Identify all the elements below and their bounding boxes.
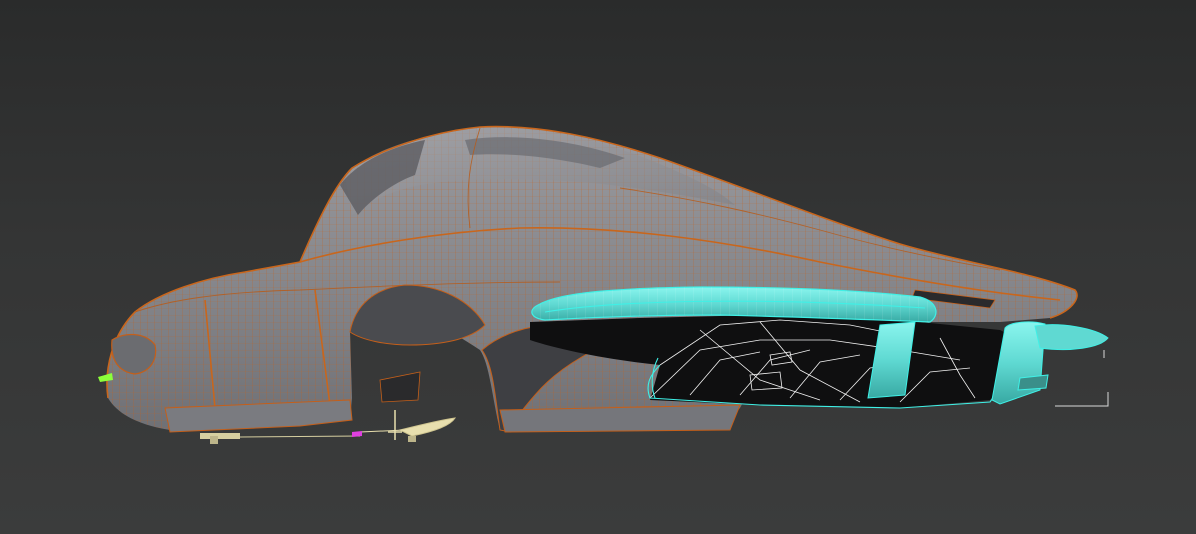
exhaust-tip bbox=[1017, 374, 1049, 391]
bounding-box-corner bbox=[1055, 392, 1109, 407]
side-vent bbox=[379, 371, 421, 403]
3d-viewport[interactable] bbox=[0, 0, 1196, 534]
mount-left bbox=[210, 436, 218, 444]
viewport-scene[interactable] bbox=[0, 0, 1196, 534]
front-crossmember bbox=[200, 433, 240, 439]
sway-bar bbox=[239, 435, 361, 438]
suspension-strut bbox=[388, 410, 402, 440]
rear-rocker bbox=[499, 404, 741, 433]
control-arm bbox=[398, 417, 456, 437]
magenta-helper-marker[interactable] bbox=[352, 431, 362, 437]
mount-right bbox=[408, 436, 416, 442]
body-wireframe-grid bbox=[107, 126, 1078, 433]
bumper-wing bbox=[1034, 324, 1109, 351]
car-body-shell[interactable] bbox=[0, 0, 1196, 534]
